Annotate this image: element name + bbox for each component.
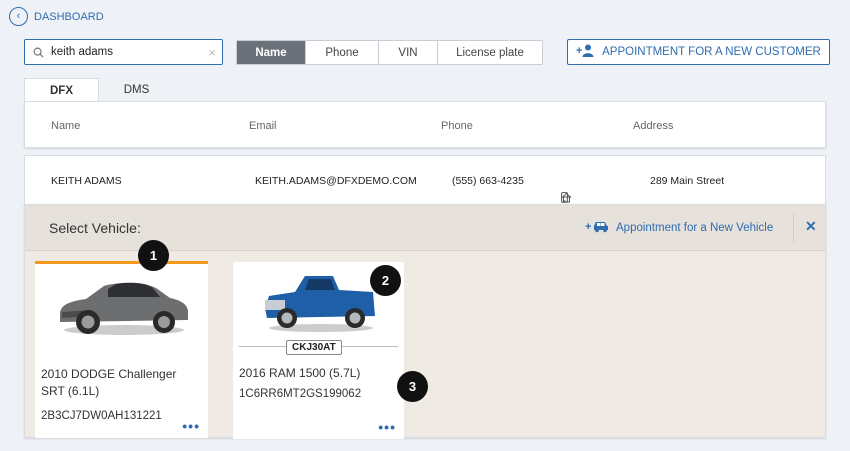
callout-marker-1: 1 [138,240,169,271]
svg-text:+: + [576,45,582,57]
column-address: Address [633,120,674,132]
add-car-icon: + [585,220,609,236]
tab-dms[interactable]: DMS [99,78,174,102]
more-options-icon[interactable]: ••• [182,418,200,434]
customer-row[interactable]: KEITH ADAMS KEITH.ADAMS@DFXDEMO.COM (555… [24,155,826,205]
new-customer-label: APPOINTMENT FOR A NEW CUSTOMER [602,46,821,58]
svg-text:+: + [585,221,591,233]
customer-phone: (555) 663-4235 [452,175,524,187]
search-icon [31,45,45,59]
select-vehicle-label: Select Vehicle: [49,220,141,236]
vehicle-image-challenger [35,270,208,340]
close-icon[interactable]: ✕ [805,218,817,235]
source-tabs: DFX DMS [24,78,174,102]
back-to-dashboard-link[interactable]: ‹ DASHBOARD [9,7,104,26]
new-vehicle-label: Appointment for a New Vehicle [616,222,774,234]
column-email: Email [249,120,277,132]
customer-address: 289 Main Street [650,175,725,187]
search-mode-name[interactable]: Name [237,41,306,64]
new-vehicle-appointment-button[interactable]: + Appointment for a New Vehicle [585,220,773,236]
license-plate: CKJ30AT [286,340,342,355]
chevron-left-icon: ‹ [9,7,28,26]
callout-marker-2: 2 [370,265,401,296]
column-name: Name [51,120,81,132]
vehicle-vin: 1C6RR6MT2GS199062 [239,388,362,400]
vehicle-card-challenger[interactable]: 2010 DODGE Challenger SRT (6.1L) 2B3CJ7D… [35,261,208,438]
search-mode-phone[interactable]: Phone [306,41,379,64]
vehicle-title: 2010 DODGE Challenger SRT (6.1L) [41,367,177,398]
customer-email: KEITH.ADAMS@DFXDEMO.COM [255,175,417,187]
search-box[interactable]: × [24,39,223,65]
callout-marker-3: 3 [397,371,428,402]
clear-search-icon[interactable]: × [208,45,216,60]
column-phone: Phone [441,120,473,132]
search-input[interactable] [51,46,191,58]
back-label: DASHBOARD [34,10,104,23]
search-mode-license-plate[interactable]: License plate [438,41,542,64]
vehicle-vin: 2B3CJ7DW0AH131221 [41,410,162,422]
new-customer-appointment-button[interactable]: + APPOINTMENT FOR A NEW CUSTOMER [567,39,830,65]
search-mode-selector: Name Phone VIN License plate [236,40,543,65]
results-header: Name Email Phone Address [24,101,826,148]
tab-dfx[interactable]: DFX [24,78,99,102]
search-mode-vin[interactable]: VIN [379,41,438,64]
vehicle-title: 2016 RAM 1500 (5.7L) [239,366,361,380]
header-divider [793,213,794,243]
add-user-icon: + [576,44,594,60]
more-options-icon[interactable]: ••• [378,419,396,435]
customer-name: KEITH ADAMS [51,175,122,187]
vehicle-selection-panel: Select Vehicle: + Appointment for a New … [24,204,826,439]
